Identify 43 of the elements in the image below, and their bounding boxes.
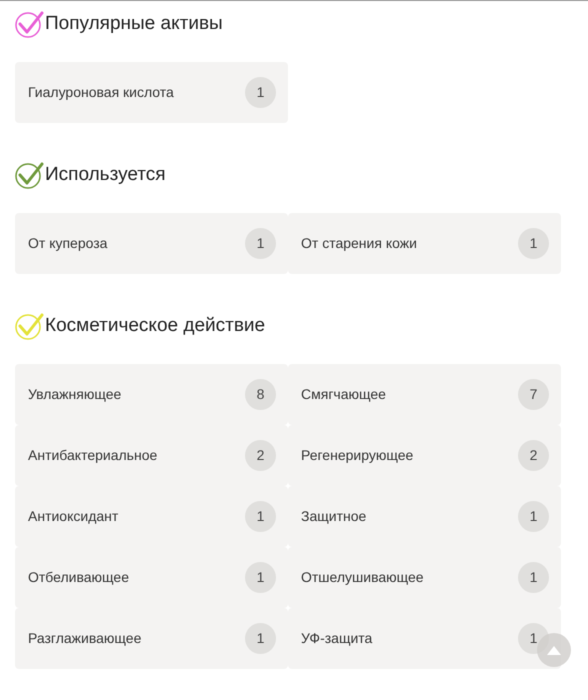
count-badge: 7 — [518, 379, 549, 410]
tag-label: УФ-защита — [301, 629, 372, 648]
tag-label: Антибактериальное — [28, 446, 158, 465]
tag-label: Увлажняющее — [28, 385, 122, 404]
tag-label: Смягчающее — [301, 385, 386, 404]
tag-card[interactable]: От старения кожи 1 — [288, 213, 561, 274]
tag-card[interactable]: Регенерирующее 2 — [288, 425, 561, 486]
tag-card[interactable]: Антибактериальное 2 — [15, 425, 288, 486]
count-badge: 8 — [245, 379, 276, 410]
count-badge: 1 — [245, 228, 276, 259]
count-badge: 2 — [245, 440, 276, 471]
up-triangle-icon — [547, 646, 561, 654]
count-badge: 1 — [245, 77, 276, 108]
section-heading: Используется — [45, 162, 166, 187]
tag-card[interactable]: От купероза 1 — [15, 213, 288, 274]
tag-label: Отшелушивающее — [301, 568, 424, 587]
tag-label: От купероза — [28, 234, 108, 253]
scroll-to-top-button[interactable] — [537, 633, 571, 667]
tag-card[interactable]: Антиоксидант 1 — [15, 486, 288, 547]
tag-card[interactable]: Отбеливающее 1 — [15, 547, 288, 608]
tag-label: Антиоксидант — [28, 507, 118, 526]
tag-label: Гиалуроновая кислота — [28, 83, 174, 102]
count-badge: 1 — [245, 562, 276, 593]
tag-card[interactable]: Разглаживающее 1 — [15, 608, 288, 669]
tag-card[interactable]: Гиалуроновая кислота 1 — [15, 62, 288, 123]
tag-label: Разглаживающее — [28, 629, 142, 648]
tag-card[interactable]: Защитное 1 — [288, 486, 561, 547]
count-badge: 2 — [518, 440, 549, 471]
count-badge: 1 — [518, 228, 549, 259]
tag-label: Отбеливающее — [28, 568, 129, 587]
tag-label: От старения кожи — [301, 234, 417, 253]
count-badge: 1 — [245, 623, 276, 654]
tag-card[interactable]: Увлажняющее 8 — [15, 364, 288, 425]
count-badge: 1 — [518, 501, 549, 532]
count-badge: 1 — [245, 501, 276, 532]
tag-label: Регенерирующее — [301, 446, 414, 465]
tag-card[interactable]: Смягчающее 7 — [288, 364, 561, 425]
section-heading: Косметическое действие — [45, 314, 266, 338]
section-heading: Популярные активы — [45, 12, 223, 36]
tag-card[interactable]: Отшелушивающее 1 — [288, 547, 561, 608]
tag-card[interactable]: УФ-защита 1 — [288, 608, 561, 669]
count-badge: 1 — [518, 562, 549, 593]
tag-label: Защитное — [301, 507, 366, 526]
